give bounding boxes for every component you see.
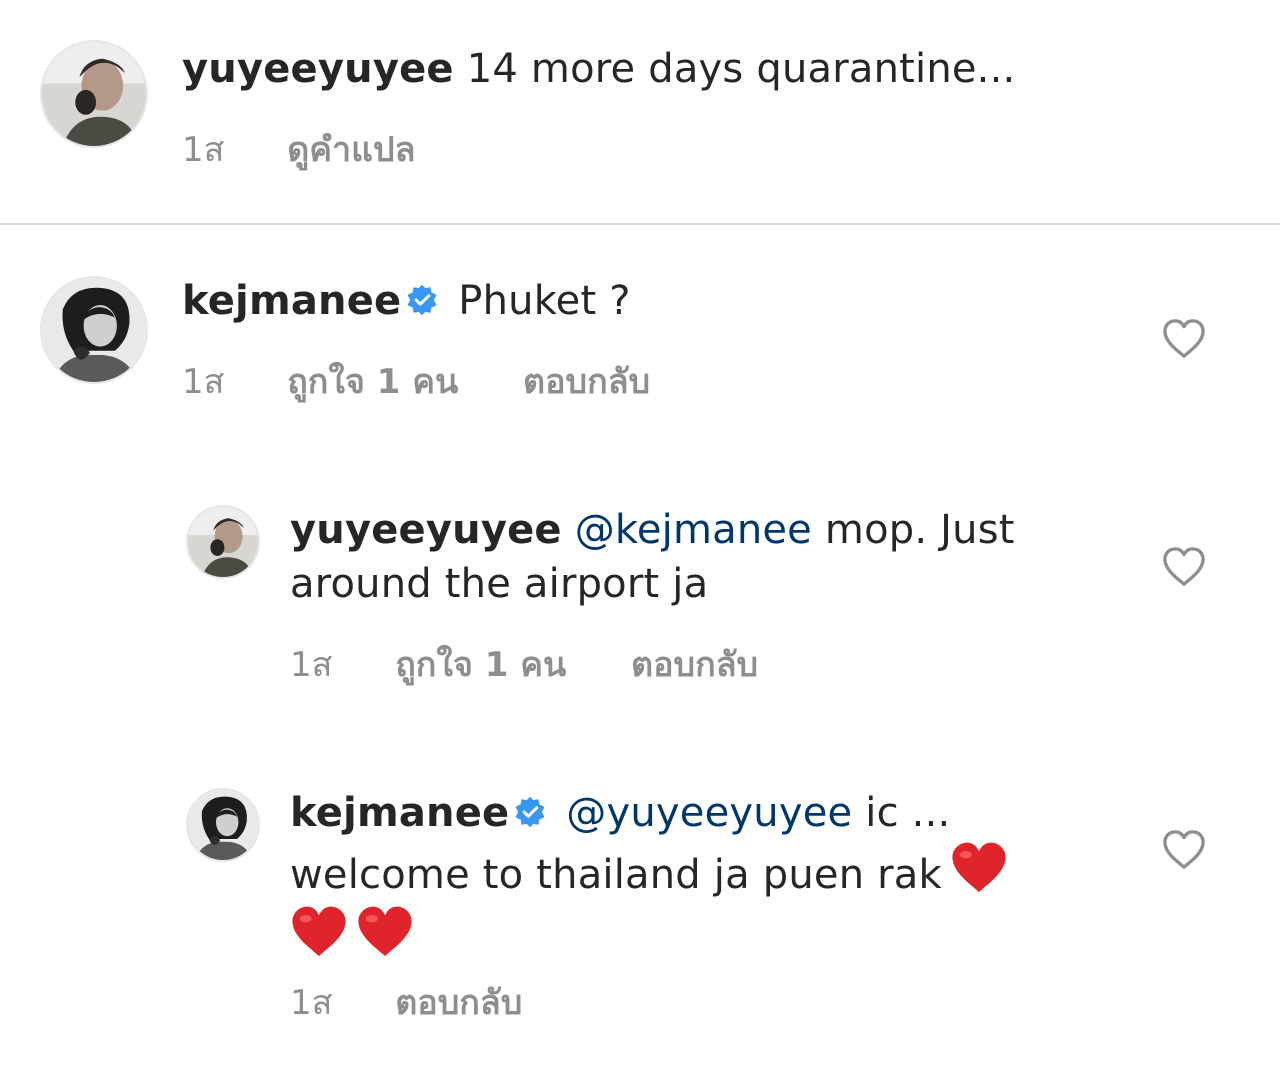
reply-button[interactable]: ตอบกลับ (631, 645, 758, 685)
verified-badge-icon (513, 795, 547, 829)
reply-meta: 1ส ถูกใจ 1 คน ตอบกลับ (290, 645, 758, 685)
avatar-kejmanee[interactable] (186, 788, 260, 862)
comment-text: Phuket ? (458, 278, 631, 324)
red-heart-emoji (950, 840, 1008, 896)
reply-button[interactable]: ตอบกลับ (523, 362, 650, 402)
heart-outline-icon[interactable] (1161, 829, 1207, 871)
comment-body: yuyeeyuyee 14 more days quarantine... (182, 42, 1015, 96)
reply-text: mop. Just (824, 507, 1015, 553)
red-heart-emoji (356, 904, 414, 960)
comment-time: 1ส (182, 362, 225, 402)
comment-username[interactable]: yuyeeyuyee (182, 46, 454, 92)
comment-meta: 1ส ถูกใจ 1 คน ตอบกลับ (182, 362, 650, 402)
reply-body: kejmanee @yuyeeyuyee ic ... welcome to t… (290, 786, 1110, 966)
emoji-row (290, 904, 1110, 966)
likes-count-button[interactable]: ถูกใจ 1 คน (395, 645, 566, 685)
avatar-yuyeeyuyee[interactable] (186, 505, 260, 579)
reply-username[interactable]: kejmanee (290, 790, 509, 836)
heart-outline-icon[interactable] (1161, 546, 1207, 588)
comment-body: kejmanee Phuket ? (182, 274, 631, 328)
reply-meta: 1ส ตอบกลับ (290, 983, 522, 1023)
reply-username[interactable]: yuyeeyuyee (290, 507, 562, 553)
divider (0, 223, 1280, 225)
comment-meta: 1ส ดูคำแปล (182, 130, 415, 170)
comment-text: 14 more days quarantine... (466, 46, 1016, 92)
red-heart-emoji (290, 904, 348, 960)
reply-button[interactable]: ตอบกลับ (395, 983, 522, 1023)
mention-link[interactable]: @yuyeeyuyee (566, 790, 852, 836)
comments-screen: yuyeeyuyee 14 more days quarantine... 1ส… (0, 0, 1280, 1087)
likes-count-button[interactable]: ถูกใจ 1 คน (287, 362, 458, 402)
reply-time: 1ส (290, 645, 333, 685)
reply-time: 1ส (290, 983, 333, 1023)
avatar-kejmanee[interactable] (40, 276, 148, 384)
heart-outline-icon[interactable] (1161, 318, 1207, 360)
comment-time: 1ส (182, 130, 225, 170)
mention-link[interactable]: @kejmanee (575, 507, 812, 553)
reply-text: around the airport ja (290, 561, 709, 607)
avatar-yuyeeyuyee[interactable] (40, 40, 148, 148)
reply-body: yuyeeyuyee @kejmanee mop. Just around th… (290, 503, 1110, 611)
comment-username[interactable]: kejmanee (182, 278, 401, 324)
verified-badge-icon (405, 283, 439, 317)
see-translation-button[interactable]: ดูคำแปล (287, 130, 415, 170)
reply-text: welcome to thailand ja puen rak (290, 852, 942, 898)
reply-text: ic ... (865, 790, 951, 836)
